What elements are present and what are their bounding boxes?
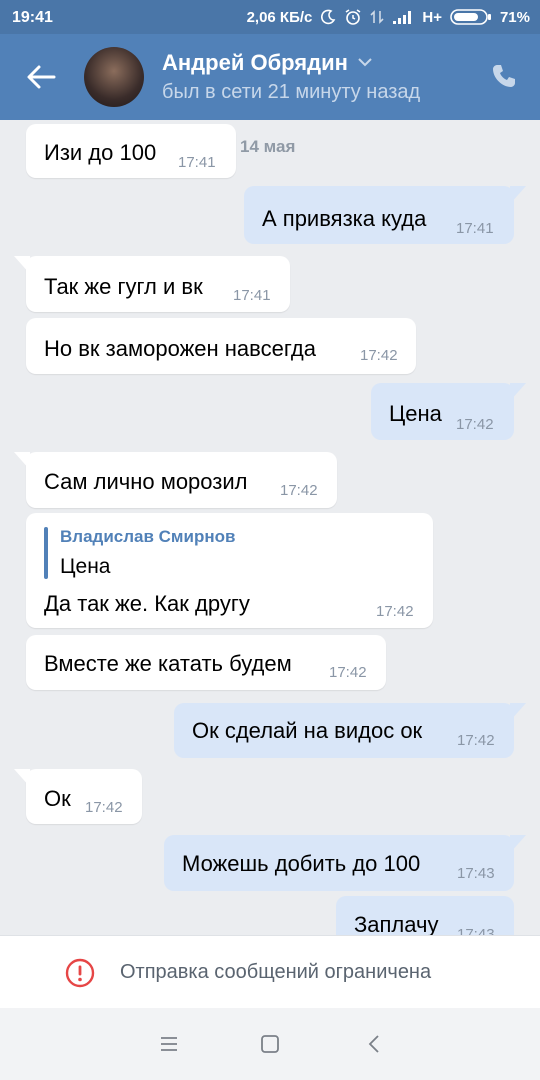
message-incoming-reply[interactable]: Владислав Смирнов Цена Да так же. Как др… [26, 513, 433, 628]
message-incoming[interactable]: Сам лично морозил 17:42 [14, 452, 337, 508]
message-incoming[interactable]: Изи до 100 17:41 [26, 124, 236, 178]
message-time: 17:42 [280, 482, 318, 499]
system-navigation-bar [0, 1008, 540, 1080]
battery-percent: 71% [499, 8, 530, 26]
chat-header: Андрей Обрядин был в сети 21 минуту наза… [0, 34, 540, 120]
message-time: 17:42 [360, 347, 398, 364]
network-type: H+ [422, 8, 442, 26]
messaging-restricted-banner: Отправка сообщений ограничена [0, 935, 540, 1008]
message-text: Можешь добить до 100 [182, 851, 421, 876]
quote-bar [44, 527, 48, 579]
message-time: 17:42 [457, 732, 495, 749]
message-incoming[interactable]: Ок 17:42 [14, 769, 142, 824]
battery-icon [450, 9, 491, 25]
message-list[interactable]: Изи до 100 17:41 14 мая А привязка куда … [0, 120, 540, 935]
home-square-icon[interactable] [258, 1032, 282, 1056]
message-time: 17:42 [456, 416, 494, 433]
quote-author[interactable]: Владислав Смирнов [60, 527, 235, 547]
alarm-icon [345, 9, 361, 25]
contact-status: был в сети 21 минуту назад [162, 81, 421, 103]
moon-icon [321, 9, 336, 25]
bubble-tail [510, 383, 526, 401]
message-time: 17:42 [85, 799, 123, 816]
message-time: 17:41 [456, 220, 494, 237]
message-time: 17:41 [233, 287, 271, 304]
message-text: Сам лично морозил [44, 469, 248, 494]
message-text: Вместе же катать будем [44, 651, 292, 676]
message-time: 17:42 [376, 603, 414, 620]
bubble-tail [510, 835, 526, 853]
phone-icon[interactable] [490, 62, 518, 90]
message-time: 17:43 [457, 926, 495, 935]
message-text: Так же гугл и вк [44, 274, 203, 299]
network-speed: 2,06 КБ/с [246, 8, 313, 26]
menu-icon[interactable] [157, 1032, 181, 1056]
back-chevron-icon[interactable] [363, 1032, 387, 1056]
message-text: Заплачу [354, 912, 439, 935]
status-bar: 19:41 2,06 КБ/с H+ 71% [0, 0, 540, 34]
bubble-tail [14, 769, 30, 787]
avatar[interactable] [84, 47, 144, 107]
bubble-tail [510, 703, 526, 721]
message-text: Но вк заморожен навсегда [44, 336, 316, 361]
message-time: 17:43 [457, 865, 495, 882]
message-incoming[interactable]: Вместе же катать будем 17:42 [26, 635, 386, 690]
contact-name[interactable]: Андрей Обрядин [162, 50, 348, 76]
message-text: Ок сделай на видос ок [192, 718, 423, 743]
bubble-tail [14, 256, 30, 274]
data-transfer-icon [370, 10, 384, 24]
message-text: А привязка куда [262, 206, 427, 231]
message-outgoing[interactable]: Заплачу 17:43 [336, 896, 514, 935]
signal-icon [393, 11, 412, 24]
date-label: 14 мая [240, 137, 296, 156]
chevron-down-icon[interactable] [357, 56, 373, 68]
bubble-tail [14, 452, 30, 470]
warning-circle-icon [65, 958, 95, 988]
back-arrow-icon[interactable] [24, 60, 58, 94]
message-outgoing[interactable]: Можешь добить до 100 17:43 [164, 835, 526, 891]
message-incoming[interactable]: Но вк заморожен навсегда 17:42 [26, 318, 416, 374]
restriction-text: Отправка сообщений ограничена [120, 961, 432, 983]
message-outgoing[interactable]: Ок сделай на видос ок 17:42 [174, 703, 526, 758]
message-time: 17:42 [329, 664, 367, 681]
quote-text: Цена [60, 555, 111, 578]
message-incoming[interactable]: Так же гугл и вк 17:41 [14, 256, 290, 312]
status-indicators: 2,06 КБ/с H+ 71% [247, 8, 530, 26]
message-outgoing[interactable]: Цена 17:42 [371, 383, 526, 440]
message-outgoing[interactable]: А привязка куда 17:41 [244, 186, 526, 244]
message-time: 17:41 [178, 154, 216, 171]
bubble-tail [510, 186, 526, 204]
message-text: Цена [389, 401, 442, 426]
message-text: Ок [44, 786, 71, 811]
status-time: 19:41 [12, 9, 53, 26]
message-text: Изи до 100 [44, 140, 157, 165]
message-text: Да так же. Как другу [44, 591, 250, 616]
